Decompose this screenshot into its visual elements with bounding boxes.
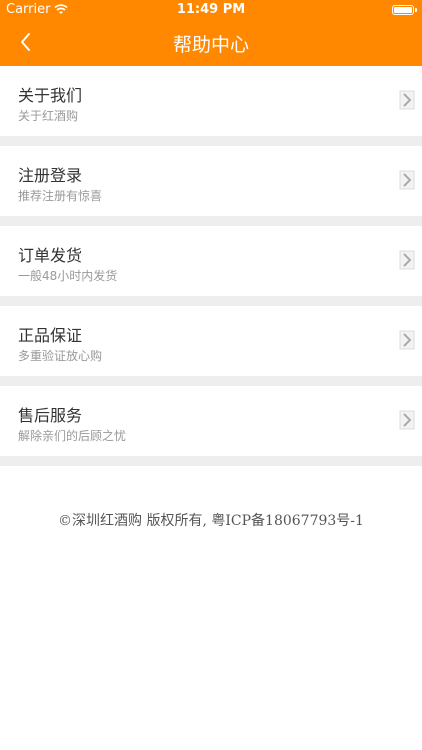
list-item-subtitle: 关于红酒购 [18, 109, 79, 123]
chevron-right-icon [399, 410, 415, 430]
status-bar: Carrier 11:49 PM [0, 0, 422, 20]
list-item-title: 关于我们 [18, 86, 83, 105]
chevron-right-icon [399, 330, 415, 350]
list-item-after-sales[interactable]: 售后服务 解除亲们的后顾之忧 [0, 386, 422, 466]
list-item-genuine-guarantee[interactable]: 正品保证 多重验证放心购 [0, 306, 422, 386]
list-item-subtitle: 多重验证放心购 [18, 349, 103, 363]
list-item-subtitle: 解除亲们的后顾之忧 [18, 429, 127, 443]
list-item-title: 订单发货 [18, 246, 83, 265]
nav-bar: 帮助中心 [0, 20, 422, 66]
list-item-about-us[interactable]: 关于我们 关于红酒购 [0, 66, 422, 146]
list-item-subtitle: 推荐注册有惊喜 [18, 189, 103, 203]
list-item-subtitle: 一般48小时内发货 [18, 269, 118, 283]
chevron-right-icon [399, 90, 415, 110]
list-item-order-shipping[interactable]: 订单发货 一般48小时内发货 [0, 226, 422, 306]
chevron-right-icon [399, 170, 415, 190]
list-item-title: 注册登录 [18, 166, 83, 185]
status-time: 11:49 PM [176, 2, 246, 17]
battery-icon [392, 5, 417, 15]
help-list: 关于我们 关于红酒购 注册登录 推荐注册有惊喜 订单发货 一般48小时内发货 正… [0, 66, 422, 466]
list-item-title: 售后服务 [18, 406, 83, 425]
page-title: 帮助中心 [172, 34, 249, 56]
list-item-register-login[interactable]: 注册登录 推荐注册有惊喜 [0, 146, 422, 226]
copyright-footer: ©深圳红酒购 版权所有, 粤ICP备18067793号-1 [58, 513, 364, 529]
chevron-right-icon [399, 250, 415, 270]
list-item-title: 正品保证 [18, 326, 83, 345]
